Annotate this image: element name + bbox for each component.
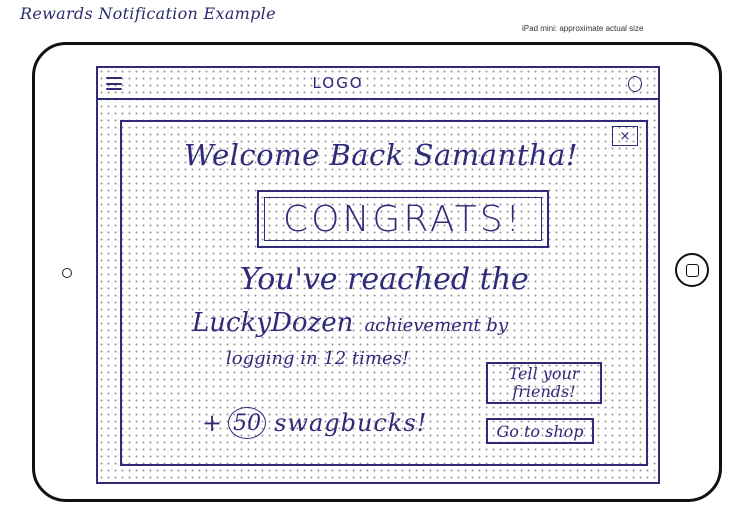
achievement-times: logging in 12 times! [226, 348, 410, 369]
close-icon[interactable]: × [612, 126, 638, 146]
congrats-text: CONGRATS! [283, 198, 523, 240]
logo: LOGO [312, 74, 364, 92]
go-to-shop-button[interactable]: Go to shop [486, 418, 594, 444]
achievement-intro: You've reached the [240, 262, 529, 297]
rewards-modal: × Welcome Back Samantha! CONGRATS! You'v… [120, 120, 648, 466]
tell-friends-button[interactable]: Tell your friends! [486, 362, 602, 404]
app-screen: LOGO × Welcome Back Samantha! CONGRATS! … [96, 66, 660, 484]
currency-label: swagbucks! [274, 409, 428, 437]
plus-sign: + [202, 409, 223, 437]
congrats-banner: CONGRATS! [257, 190, 549, 248]
home-square-icon [685, 263, 699, 277]
hamburger-icon[interactable] [106, 77, 122, 90]
top-bar: LOGO [98, 68, 658, 100]
profile-icon[interactable] [628, 76, 642, 92]
achievement-text: achievement by [364, 315, 509, 336]
welcome-heading: Welcome Back Samantha! [184, 138, 578, 172]
sheet-title: Rewards Notification Example [20, 4, 276, 23]
achievement-line: LuckyDozen achievement by [192, 308, 508, 338]
points-badge: 50 [228, 407, 267, 439]
device-note: iPad mini: approximate actual size [522, 24, 644, 33]
reward-line: + 50 swagbucks! [202, 406, 427, 440]
home-button[interactable] [675, 253, 709, 287]
camera-icon [62, 268, 72, 278]
achievement-name: LuckyDozen [192, 308, 354, 338]
